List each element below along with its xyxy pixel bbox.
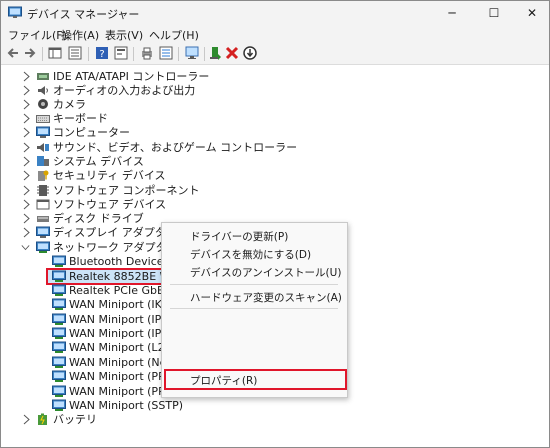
network-adapter-icon	[52, 356, 66, 368]
toolbar-separator	[88, 47, 89, 61]
software-component-icon	[37, 185, 49, 196]
device-manager-app-icon	[8, 6, 22, 18]
print-icon[interactable]	[140, 46, 154, 60]
toolbar: ?	[1, 44, 549, 65]
disable-device-icon[interactable]	[243, 46, 257, 60]
computer-icon	[36, 126, 50, 138]
context-menu-separator	[170, 308, 338, 309]
chevron-right-icon[interactable]	[22, 414, 31, 425]
toolbar-separator	[42, 47, 43, 61]
battery-icon	[38, 413, 47, 425]
scan-hardware-icon[interactable]	[185, 46, 199, 60]
tree-category-label: サウンド、ビデオ、およびゲーム コントローラー	[53, 141, 298, 154]
tree-category-label: セキュリティ デバイス	[53, 169, 166, 182]
export-list-icon[interactable]	[159, 46, 173, 60]
tree-category-label: キーボード	[53, 112, 108, 125]
context-menu-separator	[170, 284, 338, 285]
show-hide-console-tree-icon[interactable]	[48, 46, 62, 60]
maximize-button[interactable]: ☐	[475, 1, 513, 25]
network-adapter-icon	[52, 370, 66, 382]
network-adapter-icon	[52, 341, 66, 353]
context-menu: ドライバーの更新(P) デバイスを無効にする(D) デバイスのアンインストール(…	[161, 222, 348, 398]
chevron-right-icon[interactable]	[22, 185, 31, 196]
ide-controller-icon	[37, 73, 49, 80]
list-view-icon[interactable]	[68, 46, 82, 60]
chevron-right-icon[interactable]	[22, 85, 31, 96]
tree-category-label: システム デバイス	[53, 155, 144, 168]
system-device-icon	[37, 156, 49, 166]
uninstall-device-icon[interactable]	[225, 46, 239, 60]
tree-category-label: カメラ	[53, 98, 86, 111]
toolbar-separator	[178, 47, 179, 61]
tree-category-label: ネットワーク アダプター	[53, 241, 178, 254]
menu-help[interactable]: ヘルプ(H)	[149, 27, 199, 43]
camera-icon	[38, 99, 48, 109]
chevron-right-icon[interactable]	[22, 99, 31, 110]
tree-category-label: IDE ATA/ATAPI コントローラー	[53, 70, 210, 83]
chevron-right-icon[interactable]	[22, 156, 31, 167]
chevron-right-icon[interactable]	[22, 71, 31, 82]
network-adapter-icon	[52, 270, 66, 282]
title-bar[interactable]: デバイス マネージャー ─ ☐ ✕	[1, 1, 549, 25]
network-adapter-icon	[52, 327, 66, 339]
chevron-right-icon[interactable]	[22, 127, 31, 138]
chevron-down-icon[interactable]	[21, 242, 30, 253]
properties-view-icon[interactable]	[114, 46, 128, 60]
network-adapter-icon	[52, 255, 66, 267]
disk-drive-icon	[37, 216, 49, 222]
display-adapter-icon	[36, 226, 50, 238]
context-menu-properties[interactable]: プロパティ(R)	[190, 373, 257, 388]
svg-text:?: ?	[99, 49, 104, 60]
window-title: デバイス マネージャー	[27, 8, 140, 21]
help-icon[interactable]: ?	[95, 46, 109, 60]
minimize-button[interactable]: ─	[433, 1, 471, 25]
chevron-right-icon[interactable]	[22, 142, 31, 153]
context-menu-uninstall-device[interactable]: デバイスのアンインストール(U)	[190, 265, 341, 280]
toolbar-separator	[204, 47, 205, 61]
chevron-right-icon[interactable]	[22, 170, 31, 181]
network-adapter-icon	[52, 313, 66, 325]
chevron-right-icon[interactable]	[22, 227, 31, 238]
forward-arrow-icon[interactable]	[23, 46, 37, 60]
chevron-right-icon[interactable]	[22, 199, 31, 210]
menu-action[interactable]: 操作(A)	[61, 27, 99, 43]
tree-category-label: ディスク ドライブ	[53, 212, 144, 225]
menu-view[interactable]: 表示(V)	[105, 27, 143, 43]
chevron-right-icon[interactable]	[22, 213, 31, 224]
tree-category-label: ディスプレイ アダプター	[53, 226, 177, 239]
device-manager-window: デバイス マネージャー ─ ☐ ✕ ファイル(F) 操作(A) 表示(V) ヘル…	[0, 0, 550, 448]
security-device-icon	[38, 170, 49, 181]
back-arrow-icon[interactable]	[6, 46, 20, 60]
menu-bar: ファイル(F) 操作(A) 表示(V) ヘルプ(H)	[1, 25, 549, 44]
software-device-icon	[36, 199, 50, 210]
context-menu-scan-hardware[interactable]: ハードウェア変更のスキャン(A)	[190, 290, 342, 305]
network-adapter-icon	[52, 284, 66, 296]
tree-category-label: コンピューター	[53, 126, 130, 139]
network-adapter-icon	[52, 298, 66, 310]
tree-category-label: バッテリ	[53, 413, 97, 426]
keyboard-icon	[36, 115, 50, 123]
network-adapter-icon	[52, 399, 66, 411]
tree-device-label: WAN Miniport (SSTP)	[69, 399, 184, 412]
toolbar-separator	[133, 47, 134, 61]
menu-file[interactable]: ファイル(F)	[8, 27, 67, 43]
update-driver-icon[interactable]	[209, 46, 223, 60]
tree-device-label: WAN Miniport (IP)	[69, 313, 166, 326]
tree-category-label: オーディオの入力および出力	[53, 84, 196, 97]
context-menu-disable-device[interactable]: デバイスを無効にする(D)	[190, 247, 311, 262]
tree-category-label: ソフトウェア デバイス	[53, 198, 167, 211]
context-menu-update-driver[interactable]: ドライバーの更新(P)	[190, 229, 288, 244]
network-adapter-icon	[36, 241, 50, 253]
tree-category-label: ソフトウェア コンポーネント	[53, 184, 200, 197]
close-button[interactable]: ✕	[513, 1, 549, 25]
audio-io-icon	[38, 86, 48, 95]
network-adapter-icon	[52, 385, 66, 397]
sound-video-icon	[37, 143, 49, 152]
chevron-right-icon[interactable]	[22, 113, 31, 124]
